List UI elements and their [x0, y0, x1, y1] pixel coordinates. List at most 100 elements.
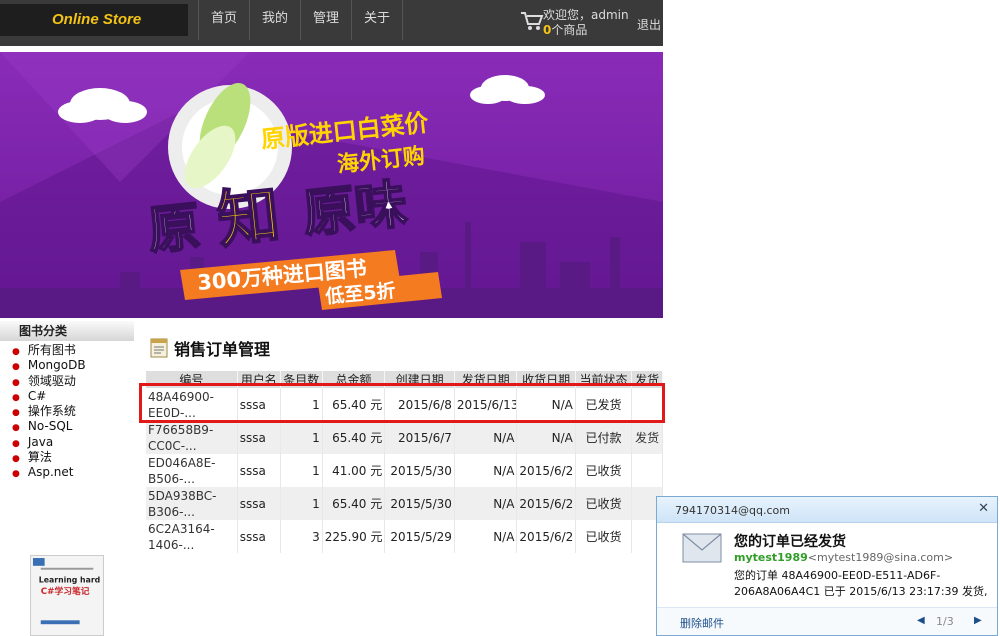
category-label: MongoDB	[27, 358, 86, 373]
order-id-line1: 6C2A3164-	[148, 521, 215, 536]
order-created: 2015/5/29	[384, 520, 455, 553]
order-received: 2015/6/2	[516, 487, 576, 520]
book-cover[interactable]: Learning hard C#学习笔记	[30, 555, 104, 636]
col-header-shipped[interactable]: 发货日期	[454, 371, 518, 388]
order-user: sssa	[237, 388, 281, 421]
nav-about[interactable]: 关于	[351, 0, 404, 40]
book-title-cn: C#学习笔记	[41, 585, 90, 597]
category-title: 图书分类	[0, 321, 134, 341]
order-total: 41.00 元	[322, 454, 386, 487]
order-id[interactable]: 6C2A3164- 1406-...	[146, 520, 238, 553]
order-status: 已收货	[575, 487, 633, 520]
order-id-line2: B506-...	[148, 471, 195, 486]
next-arrow-icon[interactable]: ▶	[974, 615, 982, 626]
notification-footer: 删除邮件 ◀ 1/3 ▶	[657, 607, 997, 635]
col-header-user[interactable]: 用户名	[237, 371, 281, 388]
col-header-total[interactable]: 总金额	[322, 371, 386, 388]
page-indicator: 1/3	[936, 615, 954, 628]
order-total: 65.40 元	[322, 421, 386, 454]
bullet-icon: ●	[12, 438, 20, 449]
order-shipped: N/A	[454, 520, 518, 553]
bullet-icon: ●	[12, 408, 20, 419]
order-id[interactable]: 48A46900- EE0D-...	[146, 388, 238, 421]
order-created: 2015/5/30	[384, 487, 455, 520]
close-icon[interactable]: ✕	[978, 501, 989, 516]
nav-manage[interactable]: 管理	[300, 0, 351, 40]
col-header-count[interactable]: 条目数	[280, 371, 323, 388]
mail-sender: mytest1989<mytest1989@sina.com>	[734, 551, 953, 564]
ship-button[interactable]: 发货	[631, 421, 663, 454]
order-id[interactable]: 5DA938BC- B306-...	[146, 487, 238, 520]
order-shipped: N/A	[454, 454, 518, 487]
order-id-line2: CC0C-...	[148, 438, 197, 453]
cart-summary[interactable]: 0个商品	[543, 23, 629, 38]
table-row[interactable]: ED046A8E- B506-... sssa 1 41.00 元 2015/5/…	[146, 454, 663, 487]
table-row[interactable]: 5DA938BC- B306-... sssa 1 65.40 元 2015/5/…	[146, 487, 663, 520]
logout-link[interactable]: 退出	[637, 16, 661, 33]
order-shipped: N/A	[454, 421, 518, 454]
mail-notification[interactable]: 794170314@qq.com ✕ 您的订单已经发货 mytest1989<m…	[656, 496, 998, 636]
order-id-line2: EE0D-...	[148, 405, 196, 420]
ship-button	[631, 388, 663, 421]
category-item[interactable]: ● 领域驱动	[12, 374, 86, 390]
col-header-ship[interactable]: 发货	[631, 371, 663, 388]
order-id-line1: 5DA938BC-	[148, 488, 217, 503]
table-row[interactable]: 48A46900- EE0D-... sssa 1 65.40 元 2015/6/…	[146, 388, 663, 421]
nav-home[interactable]: 首页	[198, 0, 249, 40]
cart-suffix: 个商品	[551, 23, 588, 37]
ship-button	[631, 454, 663, 487]
col-header-received[interactable]: 收货日期	[516, 371, 576, 388]
category-item[interactable]: ● No-SQL	[12, 420, 86, 435]
slogan-big-right: 原味	[300, 174, 410, 245]
nav-mine[interactable]: 我的	[249, 0, 300, 40]
category-item[interactable]: ● MongoDB	[12, 359, 86, 374]
mail-subject[interactable]: 您的订单已经发货	[734, 531, 846, 551]
table-row[interactable]: 6C2A3164- 1406-... sssa 3 225.90 元 2015/5…	[146, 520, 663, 553]
category-item[interactable]: ● C#	[12, 388, 86, 405]
order-count: 3	[280, 520, 323, 553]
category-item[interactable]: ● 所有图书	[12, 343, 86, 359]
notification-account: 794170314@qq.com	[675, 504, 790, 517]
order-received: 2015/6/2	[516, 520, 576, 553]
category-item[interactable]: ● Asp.net	[12, 466, 86, 481]
document-icon	[150, 338, 168, 358]
order-id-line1: F76658B9-	[148, 422, 214, 437]
category-item[interactable]: ● 算法	[12, 450, 86, 466]
category-item[interactable]: ● 操作系统	[12, 405, 86, 420]
site-logo[interactable]: Online Store	[0, 4, 188, 36]
shopping-cart-icon[interactable]	[520, 10, 544, 32]
order-id[interactable]: ED046A8E- B506-...	[146, 454, 238, 487]
order-id-line2: 1406-...	[148, 537, 195, 552]
order-received: N/A	[516, 388, 576, 421]
category-label: 算法	[27, 450, 52, 465]
promo-banner[interactable]: 原版进口白菜价 海外订购 原 知 原味 300万种进口图书 低至5折	[0, 52, 663, 318]
orders-table: 编号 用户名 条目数 总金额 创建日期 发货日期 收货日期 当前状态 发货 48…	[146, 371, 663, 553]
order-count: 1	[280, 487, 323, 520]
col-header-created[interactable]: 创建日期	[384, 371, 455, 388]
col-header-status[interactable]: 当前状态	[575, 371, 633, 388]
order-created: 2015/6/7	[384, 421, 455, 454]
page-title-text: 销售订单管理	[174, 340, 271, 359]
col-header-id[interactable]: 编号	[146, 371, 238, 388]
envelope-icon	[682, 533, 722, 563]
order-user: sssa	[237, 454, 281, 487]
category-item[interactable]: ● Java	[12, 434, 86, 451]
delete-mail-link[interactable]: 删除邮件	[680, 615, 724, 631]
order-id[interactable]: F76658B9- CC0C-...	[146, 421, 238, 454]
order-count: 1	[280, 454, 323, 487]
order-user: sssa	[237, 520, 281, 553]
category-label: C#	[27, 388, 47, 403]
category-label: Java	[27, 434, 54, 449]
table-row[interactable]: F76658B9- CC0C-... sssa 1 65.40 元 2015/6/…	[146, 421, 663, 454]
order-shipped: 2015/6/13	[454, 388, 518, 421]
order-created: 2015/6/8	[384, 388, 455, 421]
order-status: 已收货	[575, 454, 633, 487]
category-label: No-SQL	[27, 419, 73, 434]
order-received: N/A	[516, 421, 576, 454]
category-label: Asp.net	[27, 465, 74, 480]
order-count: 1	[280, 421, 323, 454]
prev-arrow-icon[interactable]: ◀	[917, 615, 925, 626]
slogan-big-mid: 知	[214, 178, 283, 257]
bullet-icon: ●	[12, 469, 20, 480]
bullet-icon: ●	[12, 362, 20, 373]
